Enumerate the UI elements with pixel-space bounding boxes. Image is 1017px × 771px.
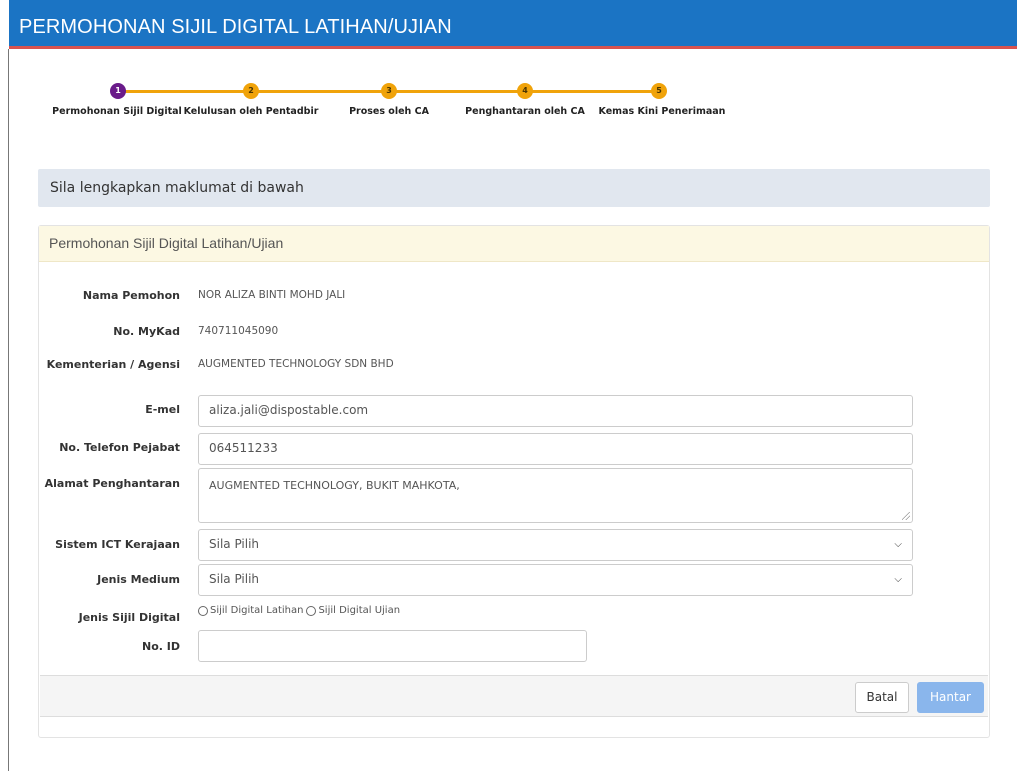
delivery-address-text: AUGMENTED TECHNOLOGY, BUKIT MAHKOTA, bbox=[209, 479, 460, 492]
chevron-down-icon: ⌵ bbox=[894, 539, 902, 550]
step-3-label: Proses oleh CA bbox=[349, 106, 429, 117]
certificate-type-radio-group: Sijil Digital Latihan Sijil Digital Ujia… bbox=[198, 605, 403, 616]
step-5-indicator: 5 bbox=[651, 83, 667, 99]
agency-value: AUGMENTED TECHNOLOGY SDN BHD bbox=[198, 358, 394, 370]
medium-selected: Sila Pilih bbox=[209, 572, 260, 586]
instruction-notice: Sila lengkapkan maklumat di bawah bbox=[38, 169, 990, 207]
submit-button[interactable]: Hantar bbox=[917, 682, 984, 713]
mykad-label: No. MyKad bbox=[113, 325, 180, 338]
step-5-label: Kemas Kini Penerimaan bbox=[598, 106, 726, 117]
medium-label: Jenis Medium bbox=[97, 573, 180, 586]
chevron-down-icon: ⌵ bbox=[894, 574, 902, 585]
radio-option-ujian[interactable]: Sijil Digital Ujian bbox=[306, 605, 400, 616]
step-1-label: Permohonan Sijil Digital bbox=[52, 106, 182, 117]
radio-ujian[interactable] bbox=[306, 605, 317, 616]
agency-label: Kementerian / Agensi bbox=[46, 358, 180, 371]
radio-ujian-label: Sijil Digital Ujian bbox=[318, 605, 401, 616]
email-label: E-mel bbox=[145, 403, 180, 416]
panel-heading: Permohonan Sijil Digital Latihan/Ujian bbox=[39, 226, 989, 262]
id-label: No. ID bbox=[142, 640, 180, 653]
form-footer: Batal Hantar bbox=[40, 675, 988, 717]
step-3-indicator: 3 bbox=[381, 83, 397, 99]
id-field[interactable] bbox=[198, 630, 587, 662]
step-1-indicator: 1 bbox=[110, 83, 126, 99]
radio-latihan[interactable] bbox=[198, 605, 208, 616]
medium-select[interactable]: Sila Pilih ⌵ bbox=[198, 564, 913, 596]
header-bar: PERMOHONAN SIJIL DIGITAL LATIHAN/UJIAN bbox=[9, 0, 1017, 49]
step-2-label: Kelulusan oleh Pentadbir bbox=[183, 106, 319, 117]
certificate-type-label: Jenis Sijil Digital bbox=[78, 611, 180, 624]
resize-handle-icon[interactable] bbox=[902, 512, 910, 520]
step-2-indicator: 2 bbox=[243, 83, 259, 99]
mykad-value: 740711045090 bbox=[198, 325, 279, 337]
radio-option-latihan[interactable]: Sijil Digital Latihan bbox=[198, 605, 303, 616]
applicant-name-value: NOR ALIZA BINTI MOHD JALI bbox=[198, 289, 346, 301]
step-4-indicator: 4 bbox=[517, 83, 533, 99]
delivery-address-textarea[interactable]: AUGMENTED TECHNOLOGY, BUKIT MAHKOTA, bbox=[198, 468, 913, 523]
address-label: Alamat Penghantaran bbox=[44, 477, 180, 490]
applicant-name-label: Nama Pemohon bbox=[82, 289, 180, 302]
page-title: PERMOHONAN SIJIL DIGITAL LATIHAN/UJIAN bbox=[19, 16, 452, 38]
progress-stepper: 1 2 3 4 5 Permohonan Sijil Digital Kelul… bbox=[0, 78, 1017, 128]
ict-system-selected: Sila Pilih bbox=[209, 537, 260, 551]
ict-system-label: Sistem ICT Kerajaan bbox=[55, 538, 180, 551]
radio-latihan-label: Sijil Digital Latihan bbox=[210, 605, 304, 616]
ict-system-select[interactable]: Sila Pilih ⌵ bbox=[198, 529, 913, 561]
cancel-button[interactable]: Batal bbox=[855, 682, 909, 713]
office-phone-field[interactable]: 064511233 bbox=[198, 433, 913, 465]
step-4-label: Penghantaran oleh CA bbox=[465, 106, 585, 117]
email-field[interactable]: aliza.jali@dispostable.com bbox=[198, 395, 913, 427]
phone-label: No. Telefon Pejabat bbox=[59, 441, 180, 454]
